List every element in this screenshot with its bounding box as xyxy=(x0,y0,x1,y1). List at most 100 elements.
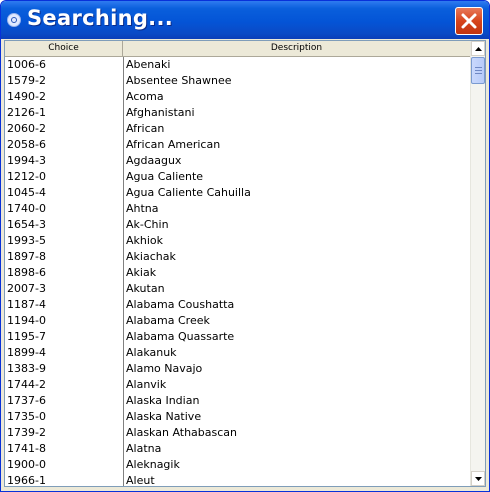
choice-description: Akiak xyxy=(126,266,157,279)
table-row[interactable]: 1900-0 Aleknagik xyxy=(5,457,470,473)
choice-description: Aleut xyxy=(126,474,155,486)
choice-description: Abenaki xyxy=(126,58,171,71)
search-dialog: Searching... Choice Description 1006-6 Ab… xyxy=(0,0,490,492)
choice-code: 1897-8 xyxy=(7,250,46,263)
choice-description: Alabama Quassarte xyxy=(126,330,235,343)
table-row[interactable]: 1187-4 Alabama Coushatta xyxy=(5,297,470,313)
results-panel: Choice Description 1006-6 Abenaki 1579-2 Ab… xyxy=(4,40,486,487)
choice-code: 1741-8 xyxy=(7,442,46,455)
choice-code: 1993-5 xyxy=(7,234,46,247)
column-header-choice[interactable]: Choice xyxy=(5,41,123,56)
table-row[interactable]: 1739-2 Alaskan Athabascan xyxy=(5,425,470,441)
table-row[interactable]: 1579-2 Absentee Shawnee xyxy=(5,73,470,89)
choice-code: 2060-2 xyxy=(7,122,46,135)
choice-code: 1735-0 xyxy=(7,410,46,423)
choice-description: Agua Caliente Cahuilla xyxy=(126,186,251,199)
title-bar[interactable]: Searching... xyxy=(1,1,489,39)
java-cup-icon xyxy=(7,13,21,27)
choice-description: Agua Caliente xyxy=(126,170,204,183)
choice-description: Alabama Creek xyxy=(126,314,210,327)
scroll-thumb[interactable] xyxy=(471,57,485,84)
table-row[interactable]: 1993-5 Akhiok xyxy=(5,233,470,249)
choice-description: Ahtna xyxy=(126,202,159,215)
choice-code: 1654-3 xyxy=(7,218,46,231)
choice-code: 1740-0 xyxy=(7,202,46,215)
arrow-down-icon xyxy=(475,477,482,481)
table-row[interactable]: 1994-3 Agdaagux xyxy=(5,153,470,169)
scroll-up-button[interactable] xyxy=(471,41,485,56)
choice-description: Alaskan Athabascan xyxy=(126,426,238,439)
choice-code: 1899-4 xyxy=(7,346,46,359)
table-row[interactable]: 2058-6 African American xyxy=(5,137,470,153)
column-header-description[interactable]: Description xyxy=(123,41,470,56)
choice-description: Alabama Coushatta xyxy=(126,298,235,311)
table-row[interactable]: 1966-1 Aleut xyxy=(5,473,470,486)
choice-code: 1737-6 xyxy=(7,394,46,407)
choice-code: 2007-3 xyxy=(7,282,46,295)
choice-code: 1966-1 xyxy=(7,474,46,486)
choice-code: 1898-6 xyxy=(7,266,46,279)
grip-line xyxy=(475,70,482,71)
close-icon xyxy=(461,13,477,29)
choice-code: 1900-0 xyxy=(7,458,46,471)
choice-description: Alanvik xyxy=(126,378,167,391)
choice-code: 1194-0 xyxy=(7,314,46,327)
table-row[interactable]: 1194-0 Alabama Creek xyxy=(5,313,470,329)
table-row[interactable]: 1735-0 Alaska Native xyxy=(5,409,470,425)
table-row[interactable]: 1654-3 Ak-Chin xyxy=(5,217,470,233)
table-row[interactable]: 1383-9 Alamo Navajo xyxy=(5,361,470,377)
choice-description: Aleknagik xyxy=(126,458,180,471)
table-row[interactable]: 1897-8 Akiachak xyxy=(5,249,470,265)
choice-code: 1006-6 xyxy=(7,58,46,71)
table-row[interactable]: 2007-3 Akutan xyxy=(5,281,470,297)
table-row[interactable]: 2126-1 Afghanistani xyxy=(5,105,470,121)
choice-code: 1187-4 xyxy=(7,298,46,311)
table-row[interactable]: 1195-7 Alabama Quassarte xyxy=(5,329,470,345)
choice-description: Alaska Indian xyxy=(126,394,200,407)
grip-line xyxy=(475,73,482,74)
table-row[interactable]: 1212-0 Agua Caliente xyxy=(5,169,470,185)
choice-description: Acoma xyxy=(126,90,164,103)
table-row[interactable]: 1740-0 Ahtna xyxy=(5,201,470,217)
table-row[interactable]: 2060-2 African xyxy=(5,121,470,137)
choice-code: 1579-2 xyxy=(7,74,46,87)
arrow-up-icon xyxy=(475,47,482,51)
scroll-down-button[interactable] xyxy=(471,471,485,486)
table-row[interactable]: 1741-8 Alatna xyxy=(5,441,470,457)
choice-description: African American xyxy=(126,138,221,151)
vertical-scrollbar[interactable] xyxy=(470,41,485,486)
choice-code: 2126-1 xyxy=(7,106,46,119)
choice-description: Alaska Native xyxy=(126,410,202,423)
choice-description: African xyxy=(126,122,165,135)
choice-description: Akhiok xyxy=(126,234,164,247)
choice-description: Akutan xyxy=(126,282,165,295)
choice-code: 1383-9 xyxy=(7,362,46,375)
choice-description: Alamo Navajo xyxy=(126,362,203,375)
choice-description: Afghanistani xyxy=(126,106,195,119)
choice-code: 2058-6 xyxy=(7,138,46,151)
choice-code: 1744-2 xyxy=(7,378,46,391)
results-table: Choice Description 1006-6 Abenaki 1579-2 Ab… xyxy=(5,41,470,486)
choice-code: 1045-4 xyxy=(7,186,46,199)
choice-code: 1212-0 xyxy=(7,170,46,183)
choice-description: Agdaagux xyxy=(126,154,182,167)
close-button[interactable] xyxy=(455,7,483,35)
choice-description: Absentee Shawnee xyxy=(126,74,232,87)
choice-description: Alatna xyxy=(126,442,162,455)
choice-code: 1994-3 xyxy=(7,154,46,167)
table-body: 1006-6 Abenaki 1579-2 Absentee Shawnee 1490-… xyxy=(5,57,470,486)
choice-code: 1739-2 xyxy=(7,426,46,439)
table-row[interactable]: 1899-4 Alakanuk xyxy=(5,345,470,361)
table-row[interactable]: 1006-6 Abenaki xyxy=(5,57,470,73)
table-row[interactable]: 1045-4 Agua Caliente Cahuilla xyxy=(5,185,470,201)
table-row[interactable]: 1898-6 Akiak xyxy=(5,265,470,281)
table-row[interactable]: 1744-2 Alanvik xyxy=(5,377,470,393)
table-row[interactable]: 1737-6 Alaska Indian xyxy=(5,393,470,409)
choice-description: Akiachak xyxy=(126,250,176,263)
table-row[interactable]: 1490-2 Acoma xyxy=(5,89,470,105)
grip-line xyxy=(475,67,482,68)
table-header: Choice Description xyxy=(5,41,470,57)
choice-code: 1195-7 xyxy=(7,330,46,343)
choice-description: Alakanuk xyxy=(126,346,177,359)
column-divider xyxy=(123,57,124,486)
